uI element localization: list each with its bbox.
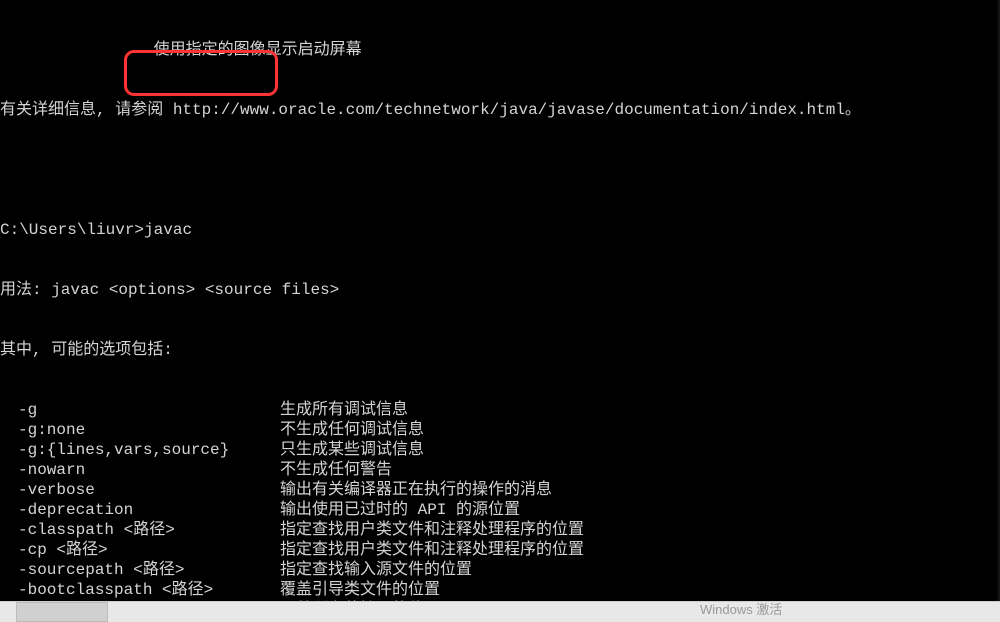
option-row: -classpath <路径>指定查找用户类文件和注释处理程序的位置 bbox=[0, 520, 1000, 540]
option-description: 输出使用已过时的 API 的源位置 bbox=[280, 500, 520, 520]
option-description: 不生成任何警告 bbox=[280, 460, 392, 480]
doc-prefix: 有关详细信息, 请参阅 bbox=[0, 101, 173, 119]
taskbar[interactable]: Windows 激活 bbox=[0, 601, 1000, 622]
option-row: -g生成所有调试信息 bbox=[0, 400, 1000, 420]
terminal-window[interactable]: 使用指定的图像显示启动屏幕 有关详细信息, 请参阅 http://www.ora… bbox=[0, 0, 1000, 602]
windows-activation-watermark: Windows 激活 bbox=[700, 599, 782, 618]
option-description: 指定查找用户类文件和注释处理程序的位置 bbox=[280, 520, 584, 540]
splash-line: 使用指定的图像显示启动屏幕 bbox=[0, 40, 1000, 60]
option-flag: -deprecation bbox=[0, 500, 280, 520]
option-description: 不生成任何调试信息 bbox=[280, 420, 424, 440]
option-row: -verbose输出有关编译器正在执行的操作的消息 bbox=[0, 480, 1000, 500]
options-list: -g生成所有调试信息-g:none不生成任何调试信息-g:{lines,vars… bbox=[0, 400, 1000, 602]
option-flag: -g:{lines,vars,source} bbox=[0, 440, 280, 460]
option-description: 指定查找输入源文件的位置 bbox=[280, 560, 472, 580]
option-row: -deprecation输出使用已过时的 API 的源位置 bbox=[0, 500, 1000, 520]
doc-url: http://www.oracle.com/technetwork/java/j… bbox=[173, 101, 845, 119]
option-row: -nowarn不生成任何警告 bbox=[0, 460, 1000, 480]
doc-suffix: 。 bbox=[845, 101, 861, 119]
option-flag: -sourcepath <路径> bbox=[0, 560, 280, 580]
option-flag: -g:none bbox=[0, 420, 280, 440]
option-row: -sourcepath <路径>指定查找输入源文件的位置 bbox=[0, 560, 1000, 580]
option-row: -g:none不生成任何调试信息 bbox=[0, 420, 1000, 440]
usage-line: 用法: javac <options> <source files> bbox=[0, 280, 1000, 300]
option-flag: -classpath <路径> bbox=[0, 520, 280, 540]
taskbar-app-button[interactable] bbox=[16, 602, 108, 622]
prompt-command: javac bbox=[144, 221, 192, 239]
option-row: -bootclasspath <路径>覆盖引导类文件的位置 bbox=[0, 580, 1000, 600]
blank-line bbox=[0, 160, 1000, 180]
option-flag: -g bbox=[0, 400, 280, 420]
option-description: 覆盖引导类文件的位置 bbox=[280, 580, 440, 600]
option-flag: -cp <路径> bbox=[0, 540, 280, 560]
option-flag: -nowarn bbox=[0, 460, 280, 480]
option-flag: -bootclasspath <路径> bbox=[0, 580, 280, 600]
option-flag: -verbose bbox=[0, 480, 280, 500]
prompt-path: C:\Users\liuvr> bbox=[0, 221, 144, 239]
option-row: -g:{lines,vars,source}只生成某些调试信息 bbox=[0, 440, 1000, 460]
option-description: 只生成某些调试信息 bbox=[280, 440, 424, 460]
option-description: 输出有关编译器正在执行的操作的消息 bbox=[280, 480, 552, 500]
option-description: 生成所有调试信息 bbox=[280, 400, 408, 420]
doc-url-line: 有关详细信息, 请参阅 http://www.oracle.com/techne… bbox=[0, 100, 1000, 120]
option-row: -cp <路径>指定查找用户类文件和注释处理程序的位置 bbox=[0, 540, 1000, 560]
prompt-line[interactable]: C:\Users\liuvr>javac bbox=[0, 220, 1000, 240]
option-description: 指定查找用户类文件和注释处理程序的位置 bbox=[280, 540, 584, 560]
window-edge-shadow bbox=[996, 0, 1000, 602]
options-header: 其中, 可能的选项包括: bbox=[0, 340, 1000, 360]
